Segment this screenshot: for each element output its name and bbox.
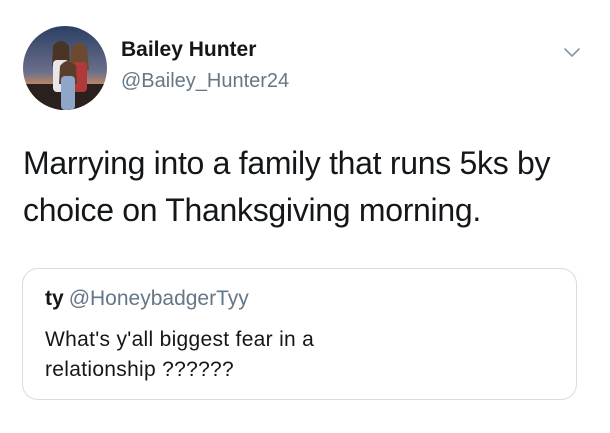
profile-photo-icon [23, 26, 107, 110]
tweet-menu-button[interactable] [562, 46, 582, 60]
quoted-tweet-header: ty @HoneybadgerTyy [45, 287, 249, 311]
quoted-tweet[interactable]: ty @HoneybadgerTyy What's y'all biggest f… [22, 268, 577, 400]
user-handle[interactable]: @Bailey_Hunter24 [121, 70, 289, 93]
display-name[interactable]: Bailey Hunter [121, 38, 256, 62]
tweet-text-line: Marrying into a family that runs 5ks by [23, 145, 551, 181]
avatar[interactable] [23, 26, 107, 110]
quoted-text-line: What's y'all biggest fear in a [45, 328, 315, 351]
tweet-text: Marrying into a family that runs 5ks by … [23, 140, 588, 234]
quoted-text-line: relationship ?????? [45, 358, 235, 381]
chevron-down-icon [564, 48, 580, 57]
quoted-display-name: ty [45, 287, 64, 310]
quoted-tweet-text: What's y'all biggest fear in a relations… [45, 325, 555, 385]
quoted-user-handle: @HoneybadgerTyy [68, 287, 249, 310]
tweet-card: Bailey Hunter @Bailey_Hunter24 Marrying … [0, 0, 610, 433]
tweet-text-line: choice on Thanksgiving morning. [23, 192, 481, 228]
